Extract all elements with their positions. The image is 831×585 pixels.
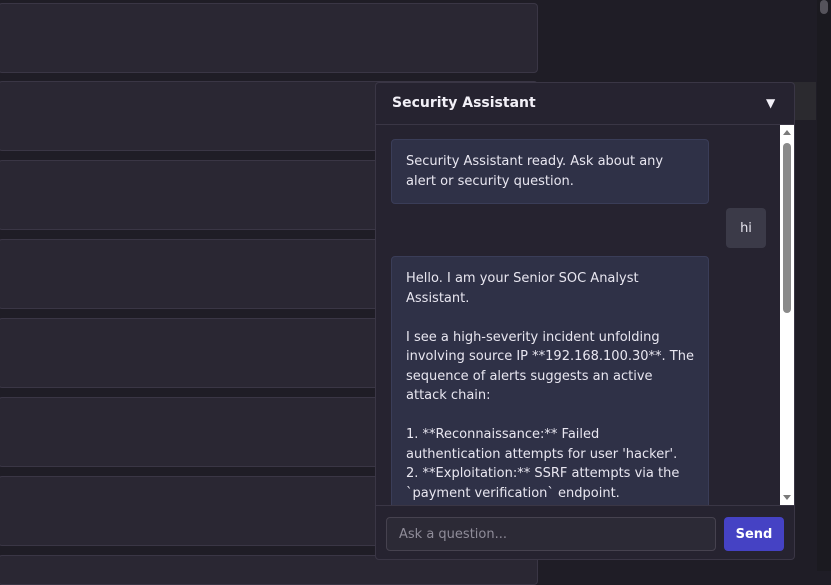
scroll-up-icon[interactable] (783, 130, 791, 135)
page-scrollbar-thumb[interactable] (820, 0, 828, 14)
assistant-message: Hello. I am your Senior SOC Analyst Assi… (391, 256, 709, 505)
panel-header: Security Assistant ▼ (376, 83, 794, 125)
panel-title: Security Assistant (392, 95, 536, 111)
chat-scrollbar-thumb[interactable] (783, 143, 791, 313)
scroll-down-icon[interactable] (783, 495, 791, 500)
composer: Send (376, 505, 794, 561)
assistant-message: Security Assistant ready. Ask about any … (391, 139, 709, 204)
chat-scrollbar[interactable] (780, 125, 794, 505)
user-message: hi (726, 208, 766, 248)
alert-card[interactable] (0, 3, 538, 73)
question-input[interactable] (386, 517, 716, 551)
page-scrollbar[interactable] (817, 0, 831, 571)
message-list[interactable]: Security Assistant ready. Ask about any … (376, 125, 780, 505)
send-button[interactable]: Send (724, 517, 784, 551)
security-assistant-panel: Security Assistant ▼ Security Assistant … (375, 82, 795, 560)
caret-down-icon[interactable]: ▼ (766, 96, 775, 110)
